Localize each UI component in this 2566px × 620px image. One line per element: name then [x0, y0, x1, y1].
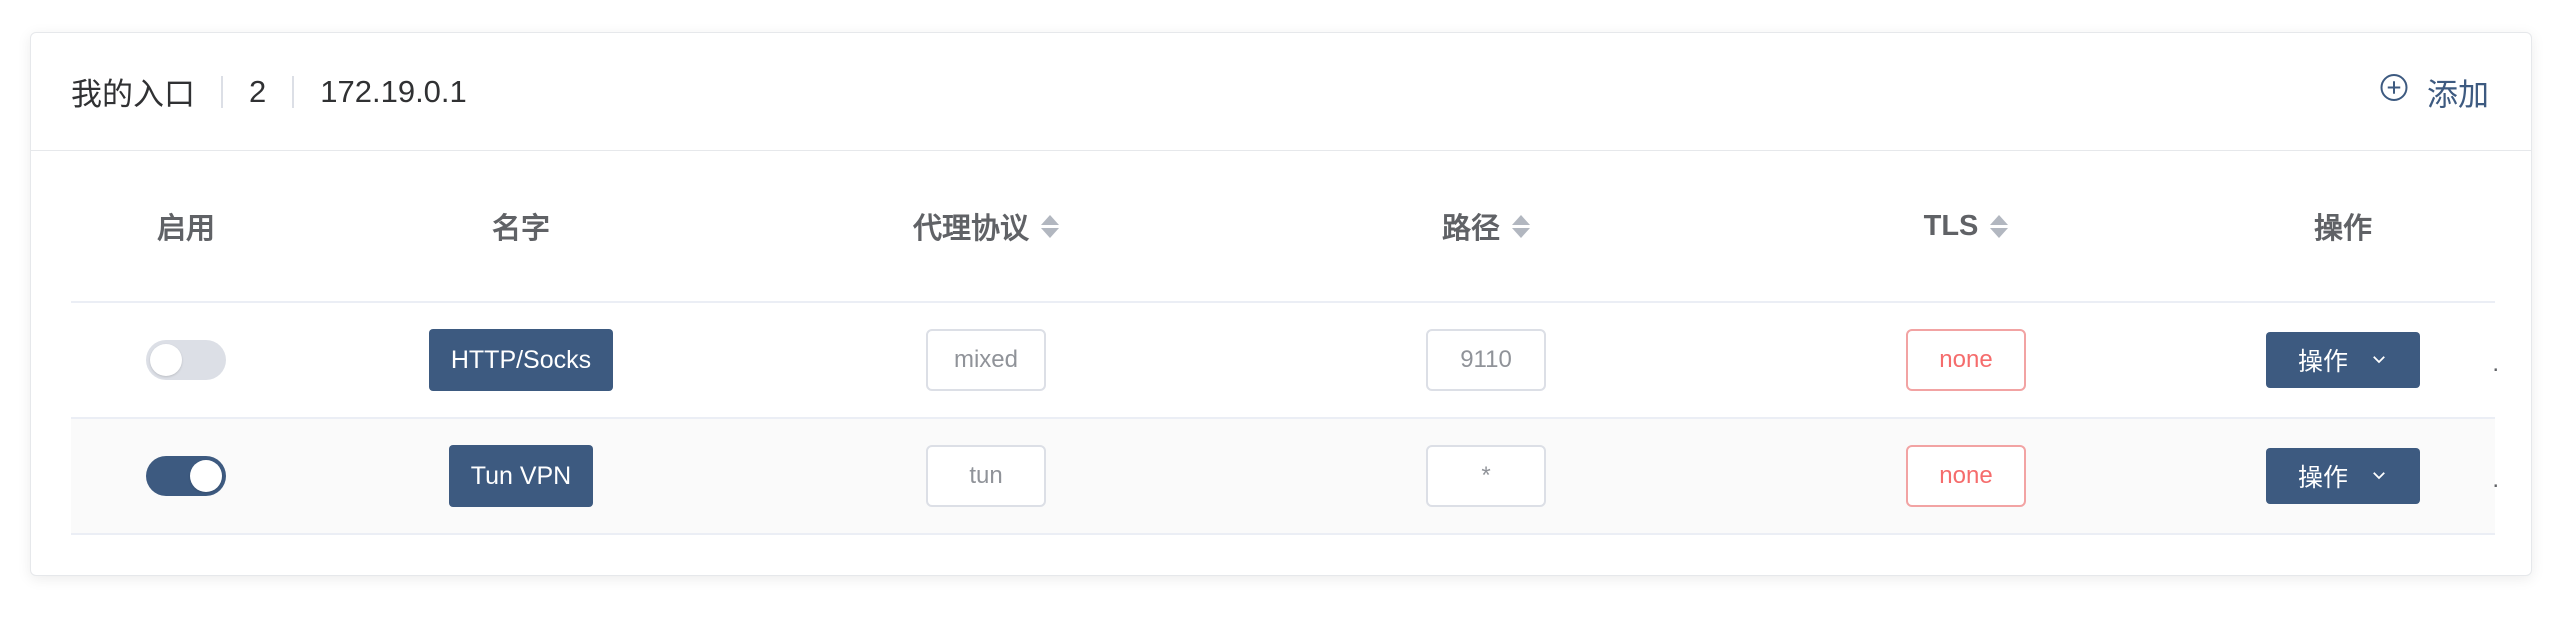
table-header: 启用 名字 代理协议 路径 TLS 操作	[71, 151, 2495, 303]
header-divider	[292, 75, 295, 108]
inbounds-card: 我的入口 2 172.19.0.1 添加 启用 名字 代理协议 路径 TLS 操…	[30, 32, 2532, 576]
server-ip: 172.19.0.1	[320, 73, 467, 109]
enable-switch[interactable]	[146, 340, 226, 380]
col-name-label: 名字	[491, 213, 550, 245]
actions-dropdown-button[interactable]: 操作	[2266, 448, 2420, 504]
sort-icon[interactable]	[1990, 214, 2009, 238]
overflow-ellipsis: .	[2492, 466, 2499, 494]
protocol-tag: mixed	[926, 329, 1046, 391]
tls-tag: none	[1906, 445, 2026, 507]
col-enabled: 启用	[71, 151, 301, 301]
table-row: Tun VPN tun * none 操作 .	[71, 419, 2499, 535]
col-actions: 操作	[2191, 151, 2495, 301]
plus-circle-icon	[2379, 73, 2409, 111]
inbounds-table: 启用 名字 代理协议 路径 TLS 操作 HTTP/Socks mixed 91…	[71, 151, 2499, 535]
path-tag: *	[1426, 445, 1546, 507]
chevron-down-icon	[2370, 462, 2388, 491]
table-row: HTTP/Socks mixed 9110 none 操作 .	[71, 303, 2499, 419]
col-actions-label: 操作	[2313, 213, 2372, 245]
add-button[interactable]: 添加	[2379, 69, 2489, 114]
col-enabled-label: 启用	[156, 213, 215, 245]
card-title: 我的入口	[71, 77, 195, 112]
chevron-down-icon	[2370, 346, 2388, 375]
sort-icon[interactable]	[1041, 214, 1059, 238]
path-tag: 9110	[1426, 329, 1546, 391]
actions-dropdown-button[interactable]: 操作	[2266, 332, 2420, 388]
col-path[interactable]: 路径	[1231, 151, 1741, 301]
overflow-ellipsis: .	[2492, 350, 2499, 378]
inbound-count: 2	[249, 73, 267, 109]
inbound-name-button[interactable]: Tun VPN	[448, 445, 594, 507]
actions-button-label: 操作	[2297, 464, 2348, 492]
col-protocol[interactable]: 代理协议	[741, 151, 1231, 301]
col-tls[interactable]: TLS	[1741, 151, 2191, 301]
col-protocol-label: 代理协议	[912, 213, 1029, 245]
enable-switch[interactable]	[146, 456, 226, 496]
inbound-name-button[interactable]: HTTP/Socks	[428, 329, 614, 391]
card-header: 我的入口 2 172.19.0.1 添加	[31, 33, 2531, 151]
actions-button-label: 操作	[2297, 348, 2348, 376]
header-divider	[221, 75, 223, 108]
add-button-label: 添加	[2427, 77, 2489, 112]
col-path-label: 路径	[1441, 213, 1500, 245]
sort-icon[interactable]	[1512, 214, 1530, 238]
protocol-tag: tun	[926, 445, 1046, 507]
col-name: 名字	[301, 151, 741, 301]
tls-tag: none	[1906, 329, 2026, 391]
col-tls-label: TLS	[1923, 209, 1979, 242]
